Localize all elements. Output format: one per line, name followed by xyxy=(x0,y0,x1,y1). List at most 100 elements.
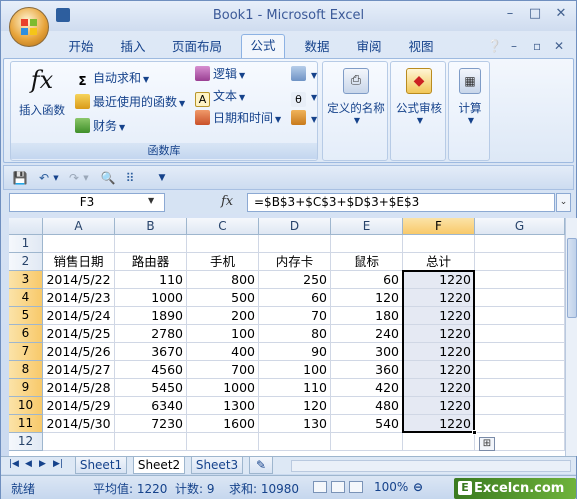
cell-c2[interactable]: 手机 xyxy=(187,253,259,271)
cell-e7[interactable]: 300 xyxy=(331,343,403,361)
cell-c3[interactable]: 800 xyxy=(187,271,259,289)
cell-b9[interactable]: 5450 xyxy=(115,379,187,397)
row-header-5[interactable]: 5 xyxy=(9,307,43,325)
cell-d7[interactable]: 90 xyxy=(259,343,331,361)
cell-d6[interactable]: 80 xyxy=(259,325,331,343)
normal-view-icon[interactable] xyxy=(313,481,327,493)
cell-g3[interactable] xyxy=(475,271,565,289)
zoom-level[interactable]: 100% xyxy=(374,480,408,494)
cell-e12[interactable] xyxy=(331,433,403,451)
cell-f6[interactable]: 1220 xyxy=(403,325,475,343)
cell-g8[interactable] xyxy=(475,361,565,379)
tab-page-layout[interactable]: 页面布局 xyxy=(166,37,228,57)
cell-d9[interactable]: 110 xyxy=(259,379,331,397)
zoom-out-icon[interactable]: ⊖ xyxy=(413,480,423,494)
column-header-g[interactable]: G xyxy=(475,218,565,235)
row-header-7[interactable]: 7 xyxy=(9,343,43,361)
cell-g7[interactable] xyxy=(475,343,565,361)
lookup-button[interactable]: ▼ xyxy=(291,64,317,84)
minimize-button[interactable]: – xyxy=(498,5,522,23)
cell-c8[interactable]: 700 xyxy=(187,361,259,379)
cell-f11[interactable]: 1220 xyxy=(403,415,475,433)
cell-b1[interactable] xyxy=(115,235,187,253)
sheet-tab-2[interactable]: Sheet2 xyxy=(133,457,185,474)
row-header-11[interactable]: 11 xyxy=(9,415,43,433)
sheet-tab-1[interactable]: Sheet1 xyxy=(75,457,127,474)
office-button[interactable] xyxy=(9,7,49,47)
cell-d12[interactable] xyxy=(259,433,331,451)
cell-g4[interactable] xyxy=(475,289,565,307)
cell-e5[interactable]: 180 xyxy=(331,307,403,325)
more-functions-button[interactable]: ▼ xyxy=(291,108,317,128)
prev-sheet-icon[interactable]: ◀ xyxy=(25,459,32,469)
next-sheet-icon[interactable]: ▶ xyxy=(39,459,46,469)
autofill-options-icon[interactable]: ⊞ xyxy=(479,437,495,451)
cell-d2[interactable]: 内存卡 xyxy=(259,253,331,271)
cell-b12[interactable] xyxy=(115,433,187,451)
save-icon[interactable]: 💾 xyxy=(12,170,28,186)
math-button[interactable]: θ ▼ xyxy=(291,86,317,107)
cell-d4[interactable]: 60 xyxy=(259,289,331,307)
horizontal-scrollbar[interactable] xyxy=(291,460,571,472)
cell-d1[interactable] xyxy=(259,235,331,253)
name-box-dropdown-icon[interactable]: ▼ xyxy=(148,196,154,205)
cell-b2[interactable]: 路由器 xyxy=(115,253,187,271)
column-header-c[interactable]: C xyxy=(187,218,259,235)
restore-icon[interactable]: ▫ xyxy=(533,39,541,53)
tab-data[interactable]: 数据 xyxy=(297,37,337,57)
cell-f8[interactable]: 1220 xyxy=(403,361,475,379)
cell-c1[interactable] xyxy=(187,235,259,253)
cell-e6[interactable]: 240 xyxy=(331,325,403,343)
row-header-1[interactable]: 1 xyxy=(9,235,43,253)
vertical-scroll-thumb[interactable] xyxy=(567,238,577,318)
ribbon-minimize-icon[interactable]: – xyxy=(511,39,517,53)
cell-b4[interactable]: 1000 xyxy=(115,289,187,307)
cell-e3[interactable]: 60 xyxy=(331,271,403,289)
help-icon[interactable]: ❔ xyxy=(487,39,502,53)
cell-a9[interactable]: 2014/5/28 xyxy=(43,379,115,397)
insert-function-button[interactable]: fx 插入函数 xyxy=(15,66,69,118)
cell-c10[interactable]: 1300 xyxy=(187,397,259,415)
redo-dropdown-icon[interactable]: ▼ xyxy=(78,170,94,186)
row-header-6[interactable]: 6 xyxy=(9,325,43,343)
row-header-10[interactable]: 10 xyxy=(9,397,43,415)
cell-c6[interactable]: 100 xyxy=(187,325,259,343)
cell-a2[interactable]: 销售日期 xyxy=(43,253,115,271)
cell-b5[interactable]: 1890 xyxy=(115,307,187,325)
cell-a3[interactable]: 2014/5/22 xyxy=(43,271,115,289)
cell-f4[interactable]: 1220 xyxy=(403,289,475,307)
tab-formulas[interactable]: 公式 xyxy=(241,34,285,58)
cell-g1[interactable] xyxy=(475,235,565,253)
vertical-scrollbar[interactable] xyxy=(565,218,577,456)
cell-b3[interactable]: 110 xyxy=(115,271,187,289)
cell-e2[interactable]: 鼠标 xyxy=(331,253,403,271)
cell-a6[interactable]: 2014/5/25 xyxy=(43,325,115,343)
cell-a12[interactable] xyxy=(43,433,115,451)
cell-e10[interactable]: 480 xyxy=(331,397,403,415)
cell-f7[interactable]: 1220 xyxy=(403,343,475,361)
column-header-f[interactable]: F xyxy=(403,218,475,235)
cell-e8[interactable]: 360 xyxy=(331,361,403,379)
maximize-button[interactable]: □ xyxy=(523,5,547,23)
cell-d3[interactable]: 250 xyxy=(259,271,331,289)
cell-c7[interactable]: 400 xyxy=(187,343,259,361)
recent-functions-button[interactable]: 最近使用的函数 ▼ xyxy=(75,92,185,112)
cell-f10[interactable]: 1220 xyxy=(403,397,475,415)
cell-g6[interactable] xyxy=(475,325,565,343)
page-break-view-icon[interactable] xyxy=(349,481,363,493)
cell-c11[interactable]: 1600 xyxy=(187,415,259,433)
undo-dropdown-icon[interactable]: ▼ xyxy=(48,170,64,186)
cell-f1[interactable] xyxy=(403,235,475,253)
calculation-button[interactable]: ▦ 计算 ▼ xyxy=(451,68,489,125)
cell-d5[interactable]: 70 xyxy=(259,307,331,325)
cell-f9[interactable]: 1220 xyxy=(403,379,475,397)
close-button[interactable]: ✕ xyxy=(549,5,573,23)
cell-f12[interactable] xyxy=(403,433,475,451)
cell-f5[interactable]: 1220 xyxy=(403,307,475,325)
column-header-e[interactable]: E xyxy=(331,218,403,235)
tab-review[interactable]: 审阅 xyxy=(349,37,389,57)
column-header-d[interactable]: D xyxy=(259,218,331,235)
cell-g9[interactable] xyxy=(475,379,565,397)
page-layout-view-icon[interactable] xyxy=(331,481,345,493)
formula-auditing-button[interactable]: ◆ 公式审核 ▼ xyxy=(393,68,445,125)
